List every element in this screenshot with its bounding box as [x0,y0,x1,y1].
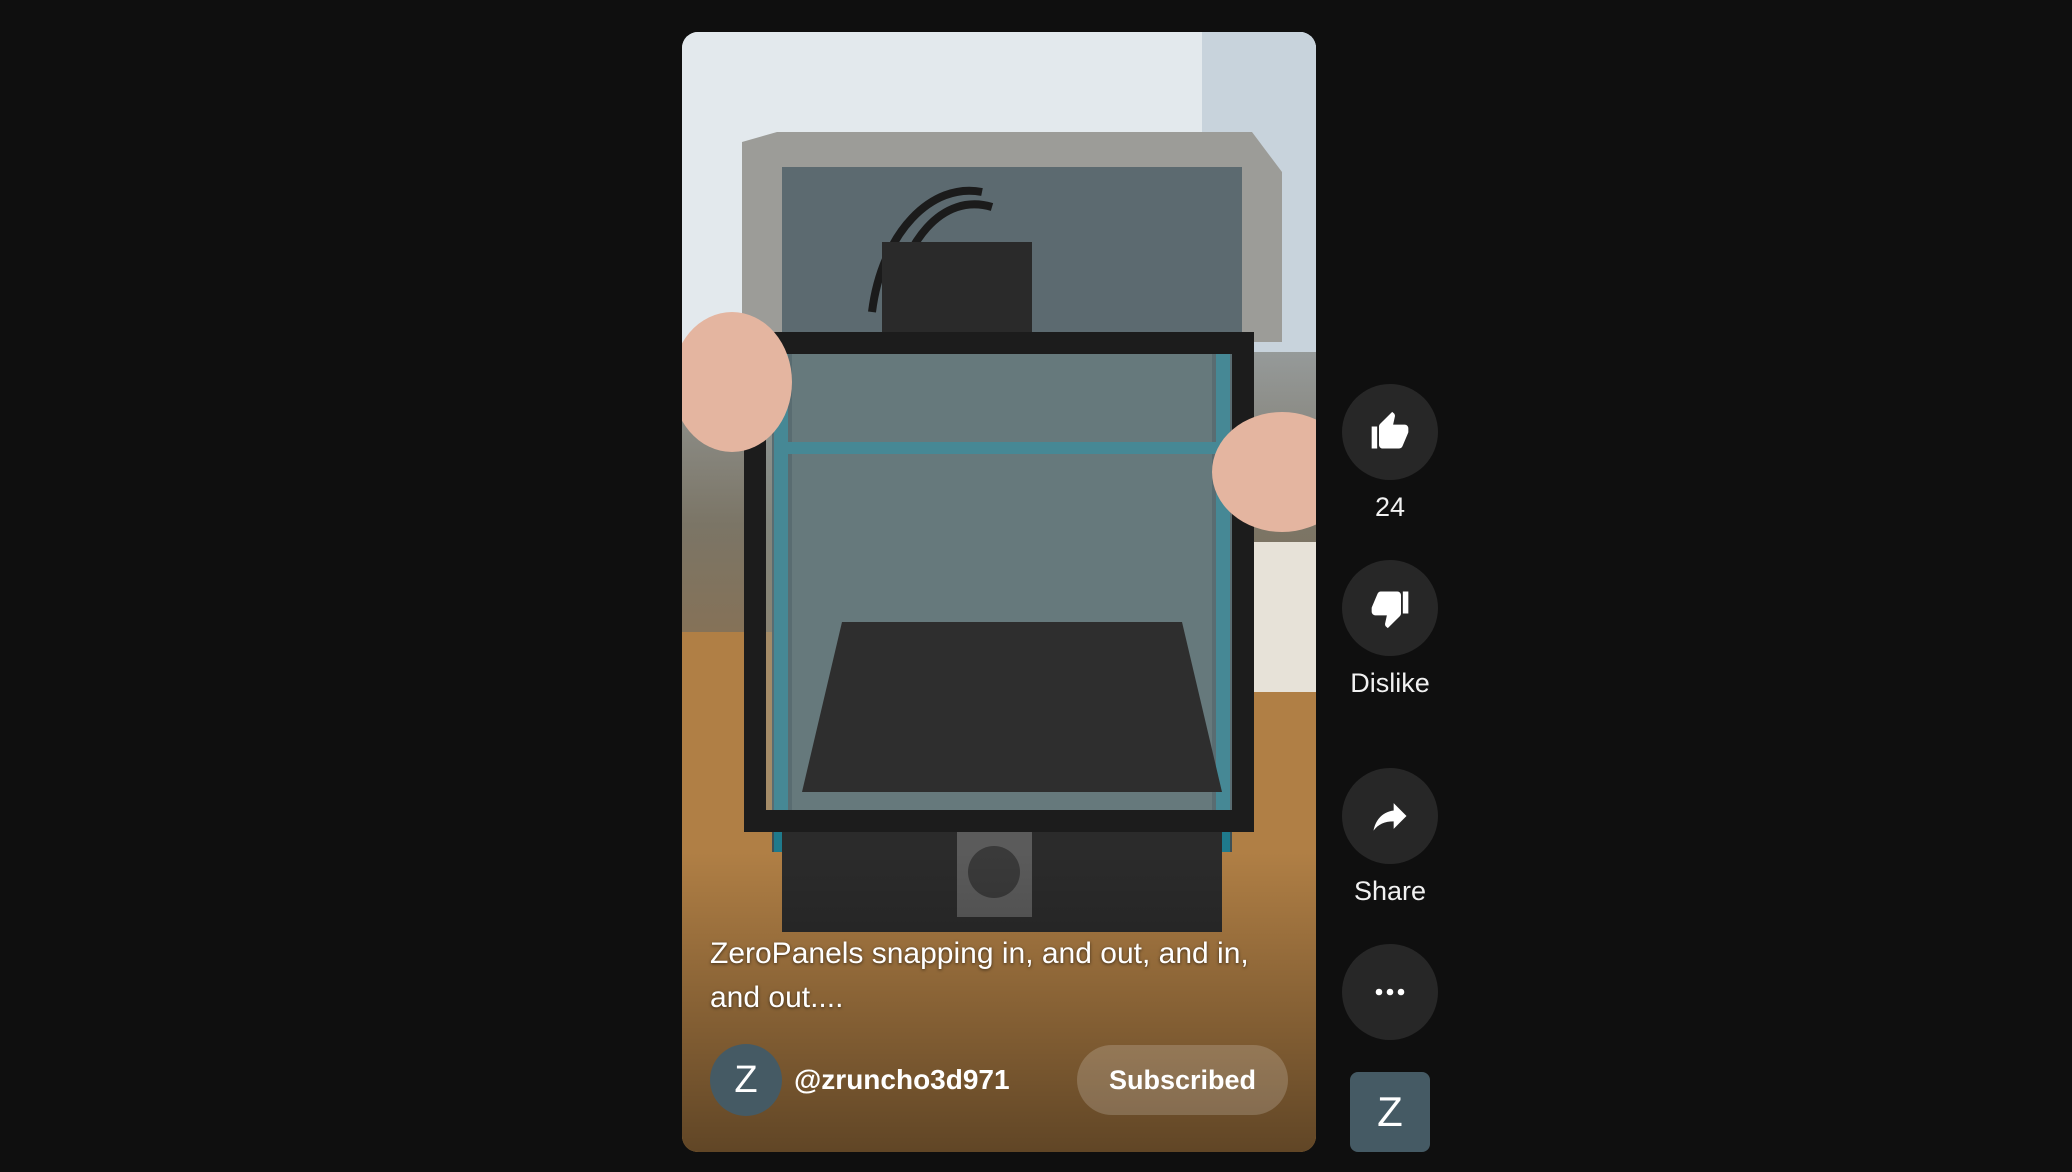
share-arrow-icon [1373,803,1407,831]
share-label: Share [1353,876,1427,906]
dislike-label: Dislike [1350,668,1430,698]
thumbs-down-icon [1371,591,1409,629]
channel-avatar[interactable]: Z [710,1044,782,1116]
like-action: 24 [1342,384,1438,523]
thumbs-up-icon [1371,411,1409,449]
like-button[interactable] [1342,384,1438,480]
more-action [1342,944,1438,1040]
like-count: 24 [1374,492,1406,522]
share-button[interactable] [1342,768,1438,864]
dislike-button[interactable] [1342,560,1438,656]
subscribed-button[interactable]: Subscribed [1076,1045,1288,1115]
dislike-action: Dislike [1342,560,1438,699]
channel-row: Z @zruncho3d971 Subscribed [710,1044,1288,1116]
more-horizontal-icon [1375,988,1405,996]
more-options-button[interactable] [1342,944,1438,1040]
short-video-player[interactable]: ZeroPanels snapping in, and out, and in,… [682,32,1316,1152]
shorts-player-page: ZeroPanels snapping in, and out, and in,… [0,0,2072,1172]
share-action: Share [1342,768,1438,907]
channel-handle[interactable]: @zruncho3d971 [794,1064,1077,1096]
side-channel-avatar[interactable]: Z [1350,1072,1430,1152]
video-title: ZeroPanels snapping in, and out, and in,… [710,937,1249,1014]
